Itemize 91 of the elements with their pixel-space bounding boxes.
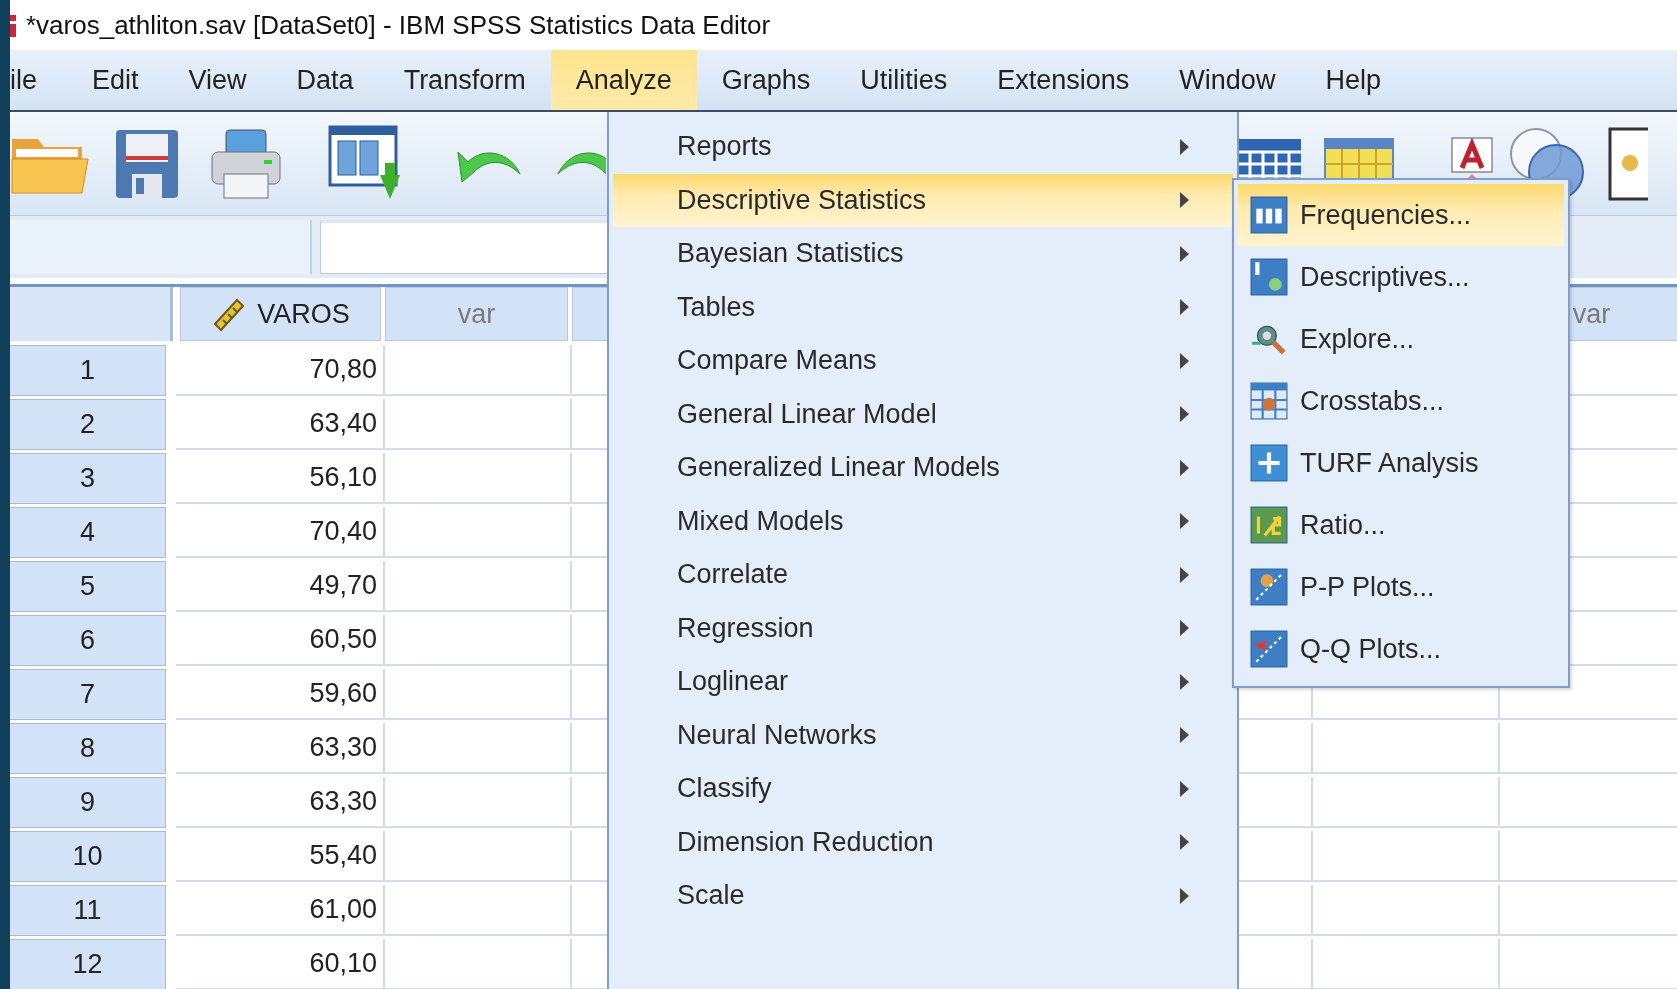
row-number[interactable]: 6 bbox=[10, 615, 166, 666]
menu-entry[interactable]: Crosstabs... bbox=[1238, 370, 1564, 432]
table-cell[interactable]: 49,70 bbox=[176, 561, 385, 612]
row-number[interactable]: 5 bbox=[10, 561, 166, 612]
counts-icon bbox=[1250, 196, 1288, 234]
table-cell[interactable] bbox=[1313, 723, 1500, 774]
stats-icon bbox=[1250, 258, 1288, 296]
table-cell[interactable]: 61,00 bbox=[176, 885, 385, 936]
column-header-label: var bbox=[1572, 298, 1611, 330]
menu-entry[interactable]: Ratio... bbox=[1238, 494, 1564, 556]
menu-entry[interactable]: Scale bbox=[613, 869, 1233, 923]
table-cell[interactable]: 60,50 bbox=[176, 615, 385, 666]
crosstab-icon bbox=[1250, 382, 1288, 420]
table-cell[interactable] bbox=[385, 777, 572, 828]
table-cell[interactable] bbox=[385, 399, 572, 450]
fraction-icon bbox=[1250, 506, 1288, 544]
menu-entry[interactable]: Compare Means bbox=[613, 334, 1233, 388]
table-cell[interactable] bbox=[1313, 885, 1500, 936]
table-cell[interactable]: 60,10 bbox=[176, 939, 385, 989]
menu-entry[interactable]: Reports bbox=[613, 120, 1233, 174]
column-header[interactable]: VAROS bbox=[180, 287, 381, 341]
table-cell[interactable] bbox=[1313, 777, 1500, 828]
menu-entry[interactable]: Q-Q Plots... bbox=[1238, 618, 1564, 680]
table-cell[interactable] bbox=[385, 561, 572, 612]
menu-entry[interactable]: Explore... bbox=[1238, 308, 1564, 370]
plot-icon bbox=[1250, 630, 1288, 668]
table-cell[interactable] bbox=[385, 885, 572, 936]
row-number[interactable]: 7 bbox=[10, 669, 166, 720]
table-cell[interactable]: 56,10 bbox=[176, 453, 385, 504]
printer-icon[interactable] bbox=[210, 127, 282, 200]
table-cell[interactable] bbox=[385, 615, 572, 666]
table-cell[interactable] bbox=[385, 507, 572, 558]
menu-entry[interactable]: General Linear Model bbox=[613, 387, 1233, 441]
menu-entry[interactable]: Classify bbox=[613, 762, 1233, 816]
menu-entry[interactable]: Mixed Models bbox=[613, 494, 1233, 548]
menu-item[interactable]: Help bbox=[1300, 50, 1406, 110]
table-cell[interactable] bbox=[1313, 831, 1500, 882]
cell-name-field[interactable] bbox=[10, 220, 312, 274]
table-cell[interactable] bbox=[385, 939, 572, 989]
window-title: *varos_athliton.sav [DataSet0] - IBM SPSS Statistics Data Editor bbox=[26, 9, 771, 41]
menu-entry[interactable]: Descriptive Statistics bbox=[613, 173, 1233, 227]
menu-item[interactable]: View bbox=[163, 50, 272, 110]
menu-entry[interactable]: Loglinear bbox=[613, 655, 1233, 709]
save-icon[interactable] bbox=[114, 127, 180, 200]
table-cell[interactable]: 55,40 bbox=[176, 831, 385, 882]
table-cell[interactable]: 63,30 bbox=[176, 723, 385, 774]
menu-entry[interactable]: Correlate bbox=[613, 548, 1233, 602]
menu-entry[interactable]: Tables bbox=[613, 280, 1233, 334]
menu-item[interactable]: Analyze bbox=[550, 50, 697, 110]
column-header-label: var bbox=[457, 298, 496, 330]
row-number[interactable]: 8 bbox=[10, 723, 166, 774]
table-cell[interactable] bbox=[1313, 939, 1500, 989]
row-number[interactable]: 4 bbox=[10, 507, 166, 558]
menu-entry[interactable]: TURF Analysis bbox=[1238, 432, 1564, 494]
table-cell[interactable]: 70,40 bbox=[176, 507, 385, 558]
menu-entry[interactable]: Neural Networks bbox=[613, 708, 1233, 762]
table-cell[interactable]: 63,30 bbox=[176, 777, 385, 828]
table-cell[interactable] bbox=[385, 669, 572, 720]
plot-icon bbox=[1250, 568, 1288, 606]
menu-item[interactable]: Extensions bbox=[972, 50, 1155, 110]
menu-item[interactable]: Data bbox=[271, 50, 379, 110]
table-cell[interactable]: 70,80 bbox=[176, 345, 385, 396]
menu-entry[interactable]: Generalized Linear Models bbox=[613, 441, 1233, 495]
row-number[interactable]: 1 bbox=[10, 345, 166, 396]
table-cell[interactable]: 63,40 bbox=[176, 399, 385, 450]
menu-item[interactable]: ile bbox=[10, 50, 67, 110]
row-number[interactable]: 2 bbox=[10, 399, 166, 450]
menu-item[interactable]: Window bbox=[1154, 50, 1301, 110]
plus-icon bbox=[1250, 444, 1288, 482]
table-cell[interactable]: 59,60 bbox=[176, 669, 385, 720]
menu-entry[interactable]: Regression bbox=[613, 601, 1233, 655]
row-number[interactable]: 11 bbox=[10, 885, 166, 936]
table-cell[interactable] bbox=[385, 723, 572, 774]
menu-entry[interactable]: Bayesian Statistics bbox=[613, 227, 1233, 281]
menu-entry[interactable]: P-P Plots... bbox=[1238, 556, 1564, 618]
menu-entry[interactable]: Dimension Reduction bbox=[613, 815, 1233, 869]
table-cell[interactable] bbox=[385, 453, 572, 504]
row-number[interactable]: 9 bbox=[10, 777, 166, 828]
table-cell[interactable] bbox=[385, 345, 572, 396]
menu-item[interactable]: Graphs bbox=[696, 50, 836, 110]
menu-entry[interactable]: Frequencies... bbox=[1238, 184, 1564, 246]
row-number[interactable]: 3 bbox=[10, 453, 166, 504]
column-header-label: VAROS bbox=[257, 298, 350, 330]
table-cell[interactable] bbox=[385, 831, 572, 882]
menu-entry[interactable]: Descriptives... bbox=[1238, 246, 1564, 308]
menu-item[interactable]: Edit bbox=[67, 50, 164, 110]
row-number[interactable]: 10 bbox=[10, 831, 166, 882]
row-number[interactable]: 12 bbox=[10, 939, 166, 989]
menu-item[interactable]: Transform bbox=[378, 50, 551, 110]
menu-item[interactable]: Utilities bbox=[835, 50, 973, 110]
toolbar-icon[interactable] bbox=[1608, 126, 1648, 201]
